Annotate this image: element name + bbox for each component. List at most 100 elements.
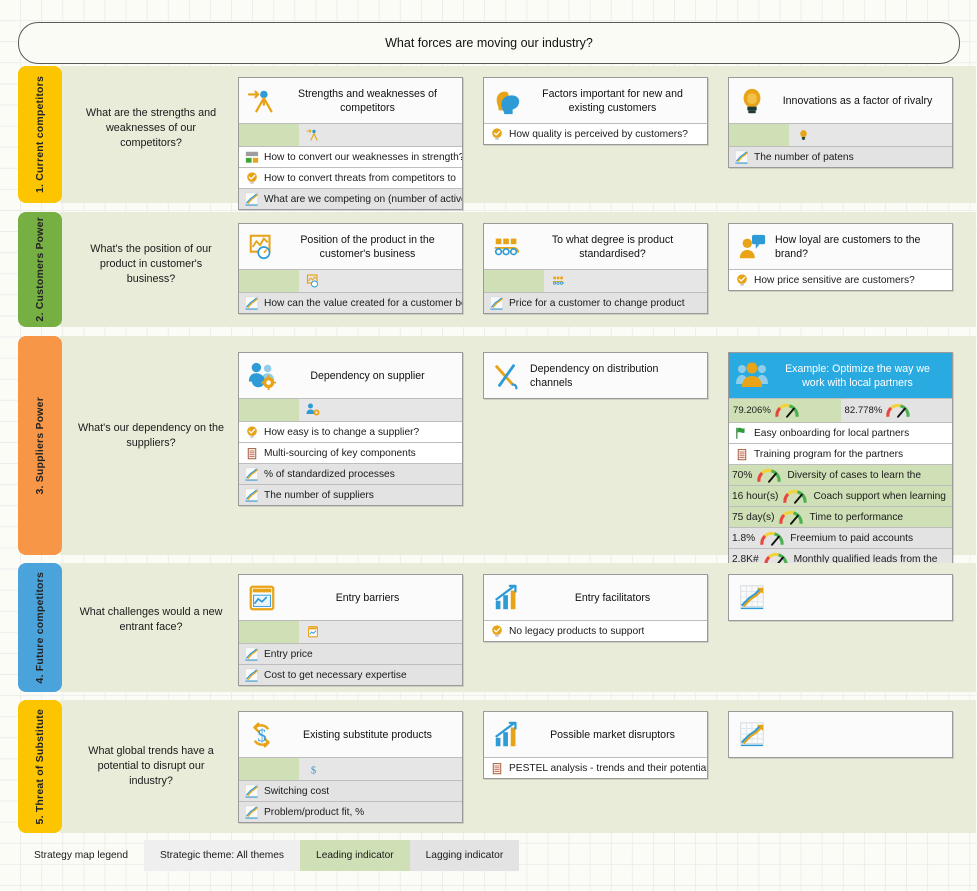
indicator-strip xyxy=(484,269,707,292)
card-title: Innovations as a factor of rivalry xyxy=(782,94,933,107)
row-tab-label: 3. Suppliers Power xyxy=(34,396,46,495)
line-chart-grid-icon xyxy=(735,582,769,614)
page-title: What forces are moving our industry? xyxy=(18,22,960,64)
force-card[interactable]: To what degree is product standardised? P… xyxy=(483,223,708,314)
lightbulb-icon xyxy=(790,127,816,143)
force-card[interactable]: $ Existing substitute products $ Switching … xyxy=(238,711,463,823)
card-list-item-label: How to convert threats from competitors … xyxy=(264,172,456,184)
leading-block xyxy=(729,124,790,146)
card-title: How loyal are customers to the brand? xyxy=(775,233,921,260)
lightbulb-icon xyxy=(242,425,261,440)
card-list-item[interactable]: How to convert our weaknesses in strengt… xyxy=(239,146,462,167)
force-row: 4. Future competitors What challenges wou… xyxy=(18,563,976,692)
force-card[interactable]: Entry facilitators No legacy products to … xyxy=(483,574,708,642)
card-list-item-label: Cost to get necessary expertise xyxy=(264,669,407,681)
card-list-item-label: How can the value created for a customer… xyxy=(264,297,462,309)
card-list-item[interactable]: The number of patens xyxy=(729,146,952,167)
card-list-item[interactable]: How to convert threats from competitors … xyxy=(239,167,462,188)
row-tab-4[interactable]: 4. Future competitors xyxy=(18,563,62,692)
line-chart-icon xyxy=(242,467,261,482)
card-list-item[interactable]: What are we competing on (number of acti… xyxy=(239,188,462,209)
force-card[interactable]: Dependency on supplier How easy is to cha… xyxy=(238,352,463,506)
card-list-item[interactable]: % of standardized processes xyxy=(239,463,462,484)
leading-block xyxy=(239,399,300,421)
lightbulb-big-icon xyxy=(735,85,769,117)
line-chart-grid-icon xyxy=(735,719,769,751)
card-list-item[interactable]: The number of suppliers xyxy=(239,484,462,505)
card-list-item[interactable]: 16 hour(s) Coach support when learning xyxy=(729,485,952,506)
card-list-item-label: Entry price xyxy=(264,648,313,660)
row-tab-label: 5. Threat of Substitute xyxy=(34,708,46,825)
card-list-item[interactable]: Multi-sourcing of key components xyxy=(239,442,462,463)
row-tab-1[interactable]: 1. Current competitors xyxy=(18,66,62,203)
card-list-item[interactable]: PESTEL analysis - trends and their poten… xyxy=(484,757,707,778)
force-card[interactable]: Strengths and weaknesses of competitors H… xyxy=(238,77,463,210)
card-title: Existing substitute products xyxy=(303,728,432,741)
card-list-item[interactable]: 70% Diversity of cases to learn the xyxy=(729,464,952,485)
card-list-item[interactable]: Entry price xyxy=(239,643,462,664)
leading-block xyxy=(239,270,300,292)
kpi-value-cell[interactable]: 82.778% xyxy=(840,399,952,422)
card-header: How loyal are customers to the brand? xyxy=(729,224,952,269)
force-card[interactable] xyxy=(728,574,953,621)
force-card[interactable]: Position of the product in the customer'… xyxy=(238,223,463,314)
line-chart-icon xyxy=(242,192,261,207)
legend-leading[interactable]: Leading indicator xyxy=(300,840,410,871)
svg-text:$: $ xyxy=(310,765,315,776)
clipboard-icon xyxy=(487,761,506,776)
card-list-item-label: How easy is to change a supplier? xyxy=(264,426,420,438)
card-list-item-label: Training program for the partners xyxy=(754,448,904,460)
chart-gauge-icon xyxy=(245,231,279,263)
lightbulb-icon xyxy=(732,273,751,288)
row-tab-2[interactable]: 2. Customers Power xyxy=(18,212,62,327)
card-list-item[interactable]: Problem/product fit, % xyxy=(239,801,462,822)
card-list-item[interactable]: No legacy products to support xyxy=(484,620,707,641)
card-list-item[interactable]: 75 day(s) Time to performance xyxy=(729,506,952,527)
row-question: What global trends have a potential to d… xyxy=(88,745,214,787)
card-list-item-label: Diversity of cases to learn the xyxy=(787,469,922,481)
row-tab-3[interactable]: 3. Suppliers Power xyxy=(18,336,62,555)
card-header: Dependency on supplier xyxy=(239,353,462,398)
card-list-item[interactable]: Training program for the partners xyxy=(729,443,952,464)
card-title: Factors important for new and existing c… xyxy=(542,87,683,114)
card-title: Possible market disruptors xyxy=(550,728,675,741)
card-title: Entry barriers xyxy=(335,591,400,604)
card-list-item[interactable]: 1.8% Freemium to paid accounts xyxy=(729,527,952,548)
force-card[interactable]: Dependency on distribution channels xyxy=(483,352,708,399)
row-tab-5[interactable]: 5. Threat of Substitute xyxy=(18,700,62,833)
card-list-item[interactable]: Price for a customer to change product xyxy=(484,292,707,313)
card-list-item-label: How quality is perceived by customers? xyxy=(509,128,688,140)
legend-theme[interactable]: Strategic theme: All themes xyxy=(144,840,301,871)
card-list-item[interactable]: How quality is perceived by customers? xyxy=(484,123,707,144)
card-list-item-label: PESTEL analysis - trends and their poten… xyxy=(509,762,707,774)
force-card[interactable]: Entry barriers Entry price Cost to get nec… xyxy=(238,574,463,686)
kpi-value: 70% xyxy=(732,469,753,481)
card-list-item[interactable]: Easy onboarding for local partners xyxy=(729,422,952,443)
gauge-icon xyxy=(774,403,800,418)
svg-text:$: $ xyxy=(258,725,267,745)
force-card[interactable] xyxy=(728,711,953,758)
legend-lagging[interactable]: Lagging indicator xyxy=(409,840,520,871)
force-card[interactable]: How loyal are customers to the brand? How… xyxy=(728,223,953,291)
force-card[interactable]: Innovations as a factor of rivalry The nu… xyxy=(728,77,953,168)
card-list-item[interactable]: Switching cost xyxy=(239,780,462,801)
gauge-icon xyxy=(780,489,810,504)
line-chart-icon xyxy=(487,296,506,311)
card-list-item[interactable]: How easy is to change a supplier? xyxy=(239,421,462,442)
card-list-item[interactable]: Cost to get necessary expertise xyxy=(239,664,462,685)
growth-bars-icon xyxy=(490,719,524,751)
indicator-strip xyxy=(729,123,952,146)
force-card[interactable]: Example: Optimize the way we work with l… xyxy=(728,352,953,570)
card-list-item[interactable]: How price sensitive are customers? xyxy=(729,269,952,290)
force-card[interactable]: Possible market disruptors PESTEL analysi… xyxy=(483,711,708,779)
force-card[interactable]: Factors important for new and existing c… xyxy=(483,77,708,145)
card-header: Possible market disruptors xyxy=(484,712,707,757)
card-title: Position of the product in the customer'… xyxy=(300,233,435,260)
row-question: What challenges would a new entrant face… xyxy=(79,606,223,633)
card-list-item-label: Easy onboarding for local partners xyxy=(754,427,910,439)
card-list-item-label: How to convert our weaknesses in strengt… xyxy=(264,151,462,163)
kpi-value-cell[interactable]: 79.206% xyxy=(729,399,841,422)
card-list-item-label: Time to performance xyxy=(809,511,904,523)
card-list-item[interactable]: How can the value created for a customer… xyxy=(239,292,462,313)
document-chart-icon xyxy=(245,582,279,614)
